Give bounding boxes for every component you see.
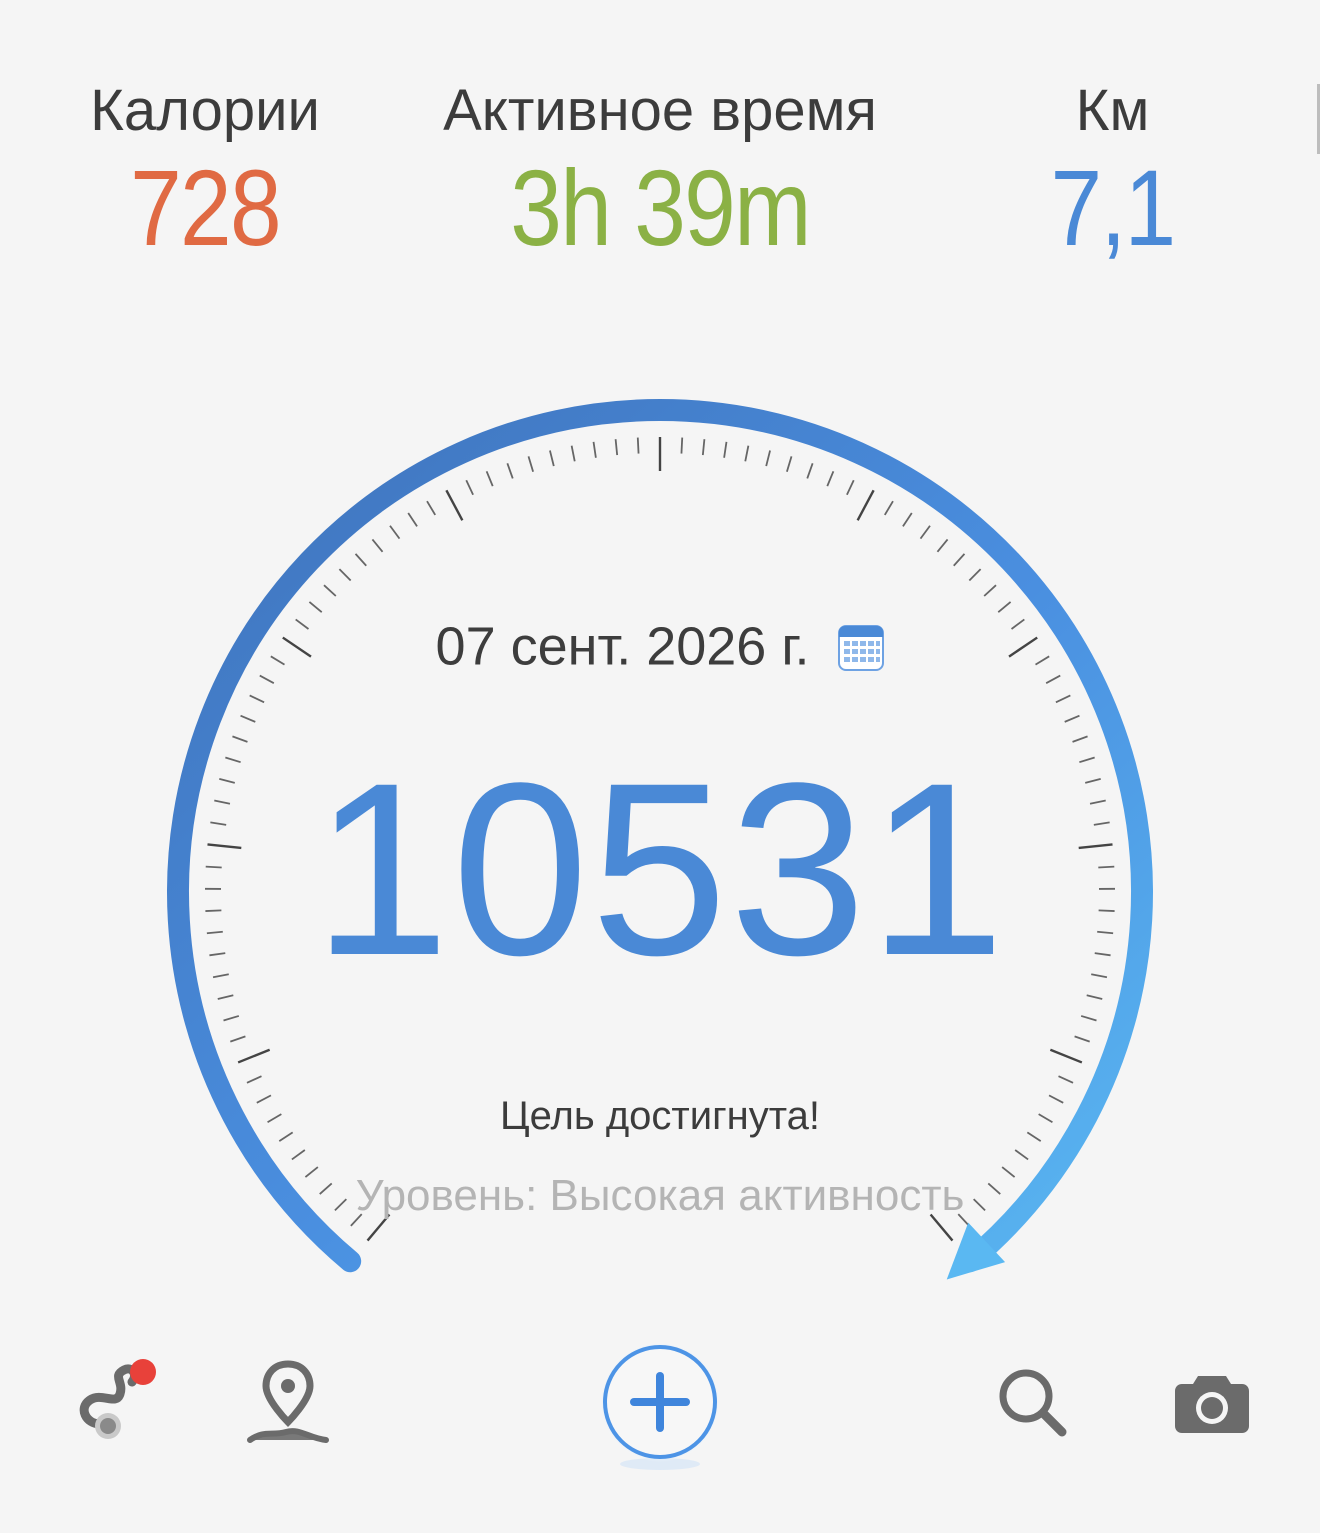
- major-tick: [445, 489, 464, 521]
- minor-tick: [249, 694, 265, 704]
- add-activity-button[interactable]: [598, 1340, 722, 1474]
- minor-tick: [1055, 694, 1071, 704]
- minor-tick: [1058, 1075, 1074, 1084]
- minor-tick: [701, 439, 706, 456]
- map-button[interactable]: [246, 1360, 330, 1446]
- minor-tick: [230, 1035, 246, 1043]
- search-icon: [999, 1369, 1067, 1437]
- minor-tick: [680, 437, 684, 454]
- major-tick: [1049, 1048, 1083, 1064]
- minor-tick: [614, 439, 619, 456]
- minor-tick: [1074, 1035, 1090, 1043]
- major-tick: [856, 489, 875, 521]
- step-count: 10531: [312, 732, 1008, 1007]
- minor-tick: [465, 479, 474, 496]
- search-button[interactable]: [996, 1366, 1070, 1440]
- route-icon: [79, 1359, 156, 1439]
- minor-tick: [323, 584, 337, 597]
- minor-tick: [846, 479, 855, 496]
- minor-tick: [1014, 1149, 1029, 1161]
- minor-tick: [1080, 1015, 1097, 1022]
- major-tick: [237, 1048, 271, 1064]
- date-label: 07 сент. 2026 г.: [435, 616, 810, 677]
- minor-tick: [338, 568, 352, 582]
- minor-tick: [884, 500, 894, 516]
- minor-tick: [426, 500, 436, 516]
- minor-tick: [407, 512, 418, 527]
- minor-tick: [1064, 714, 1080, 723]
- minor-tick: [826, 470, 835, 487]
- route-button[interactable]: [72, 1356, 164, 1448]
- calendar-icon[interactable]: [838, 619, 885, 671]
- goal-status: Цель достигнута!: [500, 1094, 820, 1138]
- plus-icon: [600, 1342, 720, 1470]
- minor-tick: [527, 456, 534, 472]
- minor-tick: [765, 450, 771, 467]
- minor-tick: [485, 470, 494, 487]
- minor-tick: [549, 450, 555, 467]
- map-pin-icon: [247, 1360, 329, 1443]
- minor-tick: [354, 553, 367, 567]
- minor-tick: [570, 445, 576, 462]
- notification-dot: [130, 1359, 156, 1385]
- minor-tick: [636, 437, 640, 454]
- camera-icon: [1175, 1376, 1249, 1433]
- minor-tick: [246, 1075, 262, 1084]
- minor-tick: [723, 441, 728, 458]
- activity-level: Уровень: Высокая активность: [355, 1171, 965, 1220]
- minor-tick: [744, 445, 750, 462]
- minor-tick: [240, 714, 256, 723]
- minor-tick: [936, 538, 949, 553]
- minor-tick: [389, 525, 401, 540]
- minor-tick: [983, 584, 997, 597]
- minor-tick: [968, 568, 982, 582]
- minor-tick: [223, 1015, 240, 1022]
- minor-tick: [806, 463, 814, 479]
- minor-tick: [371, 538, 384, 553]
- minor-tick: [291, 1149, 306, 1161]
- minor-tick: [786, 456, 793, 472]
- minor-tick: [592, 441, 597, 458]
- minor-tick: [919, 525, 931, 540]
- pedometer-screen: Калории 728 Активное время 3h 39m Км 7,1…: [0, 0, 1320, 1533]
- minor-tick: [902, 512, 913, 527]
- minor-tick: [953, 553, 966, 567]
- bottom-toolbar: [0, 1330, 1320, 1480]
- minor-tick: [506, 463, 514, 479]
- date-selector[interactable]: 07 сент. 2026 г.: [0, 608, 1320, 682]
- camera-button[interactable]: [1174, 1372, 1250, 1434]
